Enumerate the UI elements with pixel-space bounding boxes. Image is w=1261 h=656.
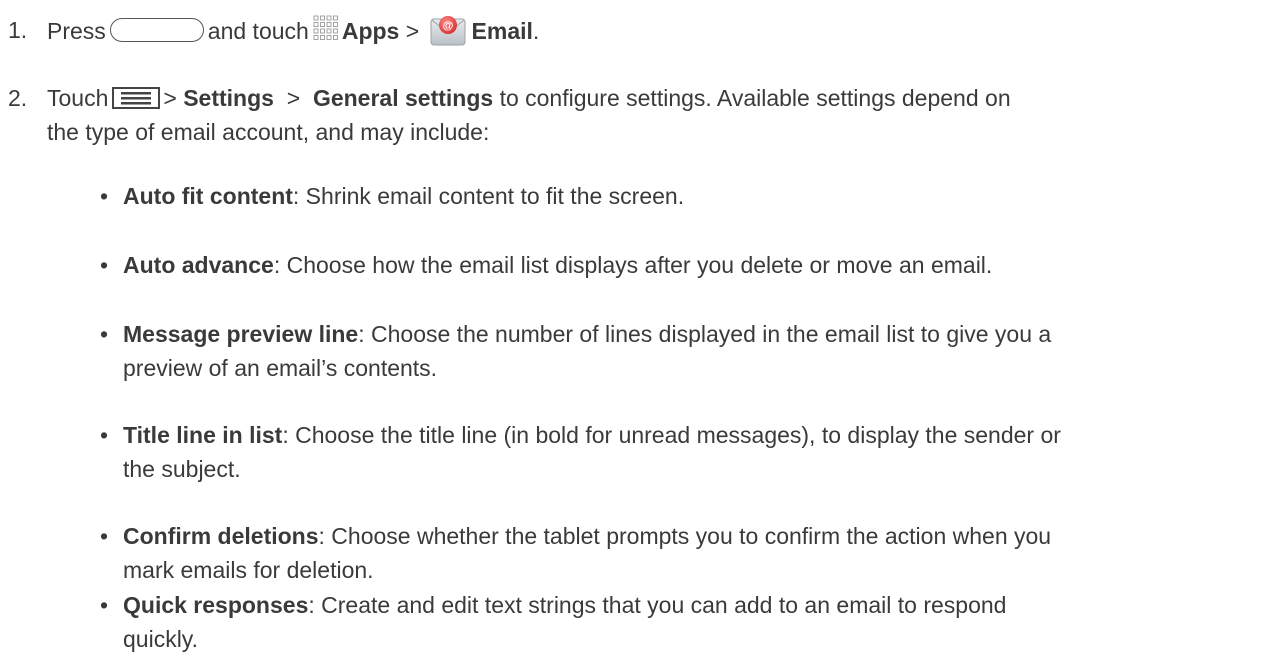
general-settings-label: General settings [312, 85, 494, 111]
apps-label: Apps [341, 18, 400, 44]
setting-name: Auto fit content [123, 183, 293, 209]
settings-label: Settings [183, 85, 274, 111]
and-touch-label: and touch [207, 18, 309, 44]
instructions-page: 1. Press and touch Apps > @ Email. 2. To… [0, 0, 1261, 652]
step-2-line-2: the type of email account, and may inclu… [47, 119, 490, 145]
bullet: • [100, 321, 109, 347]
separator: > [405, 18, 420, 44]
step-text: Press and touch Apps > @ Email. [47, 13, 1235, 48]
setting-name: Quick responses [123, 592, 309, 618]
setting-name: Message preview line [123, 321, 359, 347]
separator: > [163, 85, 177, 111]
bullet: • [100, 422, 109, 448]
setting-description: : Shrink email content to fit the screen… [292, 183, 685, 209]
bullet: • [100, 183, 109, 209]
bullet: • [100, 252, 109, 278]
setting-description-cont: quickly. [123, 626, 198, 652]
separator: > [286, 85, 301, 111]
home-key-icon [109, 18, 204, 42]
setting-description: : Choose how the email list displays aft… [273, 252, 993, 278]
email-app-icon: @ [430, 16, 466, 46]
apps-grid-icon [313, 15, 338, 40]
period: . [532, 18, 540, 44]
step-text: Touch > Settings > General settings to c… [47, 81, 1235, 149]
setting-name: Title line in list [123, 422, 283, 448]
setting-description-cont: preview of an email’s contents. [123, 355, 438, 381]
bullet: • [100, 523, 109, 549]
menu-key-icon [112, 87, 161, 109]
svg-text:@: @ [442, 20, 453, 32]
step-number: 1. [8, 17, 28, 43]
email-label: Email [471, 18, 533, 44]
step-2-line-1-rest: to configure settings. Available setting… [499, 85, 1011, 111]
setting-description-cont: the subject. [123, 456, 241, 482]
press-label: Press [47, 18, 106, 44]
setting-description-cont: mark emails for deletion. [123, 557, 374, 583]
setting-description: : Choose whether the tablet prompts you … [318, 523, 1052, 549]
setting-description: : Choose the number of lines displayed i… [358, 321, 1052, 347]
bullet: • [100, 592, 109, 618]
setting-name: Confirm deletions [123, 523, 319, 549]
setting-description: : Create and edit text strings that you … [308, 592, 1007, 618]
setting-name: Auto advance [123, 252, 274, 278]
step-number: 2. [8, 85, 28, 111]
touch-label: Touch [47, 85, 109, 111]
setting-description: : Choose the title line (in bold for unr… [282, 422, 1061, 448]
